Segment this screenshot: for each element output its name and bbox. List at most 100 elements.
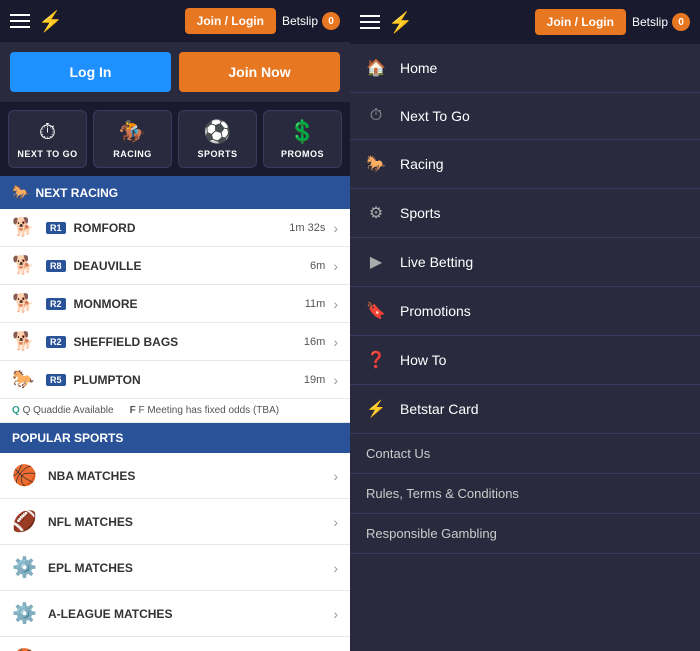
menu-hamburger-icon[interactable] <box>360 15 380 29</box>
chevron-right-icon: › <box>333 334 338 350</box>
hamburger-menu-icon[interactable] <box>10 14 30 28</box>
join-login-button[interactable]: Join / Login <box>185 8 276 34</box>
sport-name: A-LEAGUE MATCHES <box>48 607 333 621</box>
greyhound-icon: 🐕 <box>12 331 36 352</box>
menu-item-rules-terms-label: Rules, Terms & Conditions <box>366 486 519 501</box>
sports-icon: ⚽ <box>204 119 231 145</box>
menu-item-rules-terms[interactable]: Rules, Terms & Conditions <box>350 474 700 514</box>
log-in-button[interactable]: Log In <box>10 52 171 92</box>
quick-nav: ⏱ NEXT TO GO 🏇 RACING ⚽ SPORTS 💲 PROMOS <box>0 102 350 176</box>
next-to-go-icon: ⏱ <box>39 119 56 145</box>
menu-item-home[interactable]: 🏠 Home <box>350 44 700 93</box>
menu-betslip-count: 0 <box>672 13 690 31</box>
sports-label: SPORTS <box>197 149 237 159</box>
betslip-button[interactable]: Betslip 0 <box>282 12 340 30</box>
menu-item-contact-us[interactable]: Contact Us <box>350 434 700 474</box>
race-name: SHEFFIELD BAGS <box>74 335 304 349</box>
menu-item-home-label: Home <box>400 60 437 76</box>
header-left: ⚡ <box>10 9 63 34</box>
fixed-odds-badge: F <box>130 405 136 416</box>
chevron-right-icon: › <box>333 296 338 312</box>
race-name: DEAUVILLE <box>74 259 311 273</box>
auth-buttons: Log In Join Now <box>0 42 350 102</box>
join-now-button[interactable]: Join Now <box>179 52 340 92</box>
race-footer: Q Q Quaddie Available F F Meeting has fi… <box>0 399 350 423</box>
chevron-right-icon: › <box>333 468 338 484</box>
table-row[interactable]: 🐕 R8 DEAUVILLE 6m › <box>0 247 350 285</box>
menu-item-contact-us-label: Contact Us <box>366 446 430 461</box>
header-right: Join / Login Betslip 0 <box>185 8 340 34</box>
menu-item-next-to-go[interactable]: ⏱ Next To Go <box>350 93 700 140</box>
quick-nav-promos[interactable]: 💲 PROMOS <box>263 110 342 168</box>
table-row[interactable]: 🐕 R2 SHEFFIELD BAGS 16m › <box>0 323 350 361</box>
live-betting-icon: ▶ <box>366 252 386 272</box>
menu-betstar-logo: ⚡ <box>388 10 413 35</box>
chevron-right-icon: › <box>333 560 338 576</box>
sport-name: NFL MATCHES <box>48 515 333 529</box>
menu-header-left: ⚡ <box>360 10 413 35</box>
table-row[interactable]: 🐕 R1 ROMFORD 1m 32s › <box>0 209 350 247</box>
race-badge: R8 <box>46 260 66 272</box>
menu-item-racing[interactable]: 🐎 Racing <box>350 140 700 189</box>
right-panel: ⚡ Join / Login Betslip 0 Join Now 💲 PROM… <box>350 0 700 651</box>
popular-sports-header: POPULAR SPORTS <box>0 423 350 453</box>
menu-item-live-betting[interactable]: ▶ Live Betting <box>350 238 700 287</box>
menu-item-how-to[interactable]: ❓ How To <box>350 336 700 385</box>
menu-item-betstar-card-label: Betstar Card <box>400 401 479 417</box>
race-list: 🐕 R1 ROMFORD 1m 32s › 🐕 R8 DEAUVILLE 6m … <box>0 209 350 399</box>
betstar-logo: ⚡ <box>38 9 63 34</box>
list-item[interactable]: 🏀 NBA MATCHES › <box>0 453 350 499</box>
race-time: 19m <box>304 374 325 386</box>
horse-racing-icon: 🐎 <box>12 369 36 390</box>
quick-nav-racing[interactable]: 🏇 RACING <box>93 110 172 168</box>
menu-item-sports-label: Sports <box>400 205 440 221</box>
menu-item-promotions[interactable]: 🔖 Promotions <box>350 287 700 336</box>
sport-name: EPL MATCHES <box>48 561 333 575</box>
racing-icon: 🏇 <box>119 119 146 145</box>
menu-item-racing-label: Racing <box>400 156 444 172</box>
left-panel: ⚡ Join / Login Betslip 0 Log In Join Now… <box>0 0 350 651</box>
home-icon: 🏠 <box>366 58 386 78</box>
race-badge: R5 <box>46 374 66 386</box>
race-badge: R2 <box>46 298 66 310</box>
sports-menu-icon: ⚙ <box>366 203 386 223</box>
quick-nav-sports[interactable]: ⚽ SPORTS <box>178 110 257 168</box>
list-item[interactable]: 🏈 NFL MATCHES › <box>0 499 350 545</box>
race-name: MONMORE <box>74 297 305 311</box>
menu-overlay: ⚡ Join / Login Betslip 0 🏠 Home ⏱ Next T… <box>350 0 700 651</box>
race-badge: R2 <box>46 336 66 348</box>
betslip-count: 0 <box>322 12 340 30</box>
race-time: 1m 32s <box>289 222 325 234</box>
list-item[interactable]: 🏀 NBL MATCHES › <box>0 637 350 651</box>
left-header: ⚡ Join / Login Betslip 0 <box>0 0 350 42</box>
list-item[interactable]: ⚙️ A-LEAGUE MATCHES › <box>0 591 350 637</box>
menu-item-live-betting-label: Live Betting <box>400 254 473 270</box>
chevron-right-icon: › <box>333 220 338 236</box>
menu-item-how-to-label: How To <box>400 352 446 368</box>
race-time: 6m <box>310 260 325 272</box>
menu-item-responsible-gambling[interactable]: Responsible Gambling <box>350 514 700 554</box>
next-to-go-menu-icon: ⏱ <box>366 107 386 125</box>
menu-betslip-button[interactable]: Betslip 0 <box>632 13 690 31</box>
menu-join-login-button[interactable]: Join / Login <box>535 9 626 35</box>
menu-header-right: Join / Login Betslip 0 <box>535 9 690 35</box>
quick-nav-next-to-go[interactable]: ⏱ NEXT TO GO <box>8 110 87 168</box>
popular-sports-title: POPULAR SPORTS <box>12 431 123 445</box>
menu-item-next-to-go-label: Next To Go <box>400 108 470 124</box>
table-row[interactable]: 🐕 R2 MONMORE 11m › <box>0 285 350 323</box>
menu-item-responsible-gambling-label: Responsible Gambling <box>366 526 497 541</box>
lightning-icon: ⚡ <box>38 11 63 33</box>
list-item[interactable]: ⚙️ EPL MATCHES › <box>0 545 350 591</box>
greyhound-icon: 🐕 <box>12 293 36 314</box>
race-time: 16m <box>304 336 325 348</box>
quaddie-badge: Q <box>12 405 20 416</box>
horse-icon: 🐎 <box>12 184 29 201</box>
greyhound-icon: 🐕 <box>12 217 36 238</box>
menu-item-betstar-card[interactable]: ⚡ Betstar Card <box>350 385 700 434</box>
menu-item-sports[interactable]: ⚙ Sports <box>350 189 700 238</box>
menu-header: ⚡ Join / Login Betslip 0 <box>350 0 700 44</box>
aleague-icon: ⚙️ <box>12 601 36 626</box>
chevron-right-icon: › <box>333 372 338 388</box>
how-to-icon: ❓ <box>366 350 386 370</box>
table-row[interactable]: 🐎 R5 PLUMPTON 19m › <box>0 361 350 399</box>
